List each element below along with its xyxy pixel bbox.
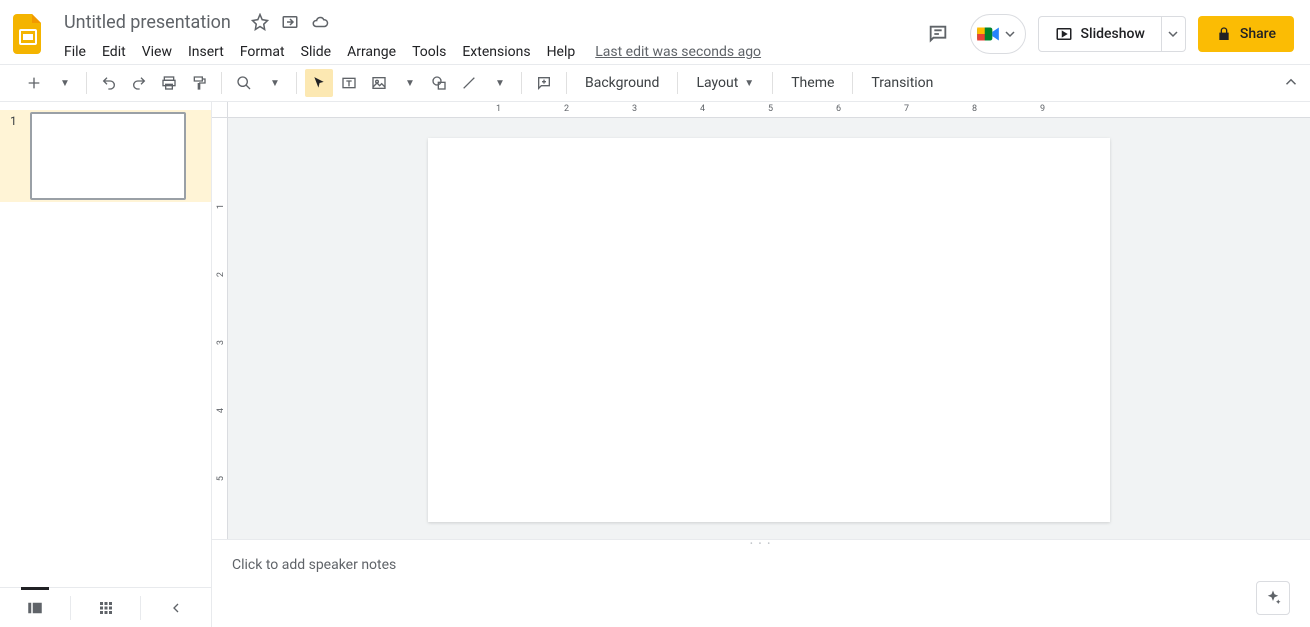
menu-slide[interactable]: Slide — [293, 40, 339, 64]
collapse-filmstrip-button[interactable] — [141, 588, 211, 627]
separator — [852, 72, 853, 94]
undo-button[interactable] — [95, 69, 123, 97]
image-button[interactable] — [365, 69, 393, 97]
slides-logo-icon[interactable] — [8, 14, 48, 54]
menu-edit[interactable]: Edit — [94, 40, 134, 64]
title-area: Untitled presentation File Edit View Ins… — [56, 8, 918, 66]
canvas-area: 1 2 3 4 5 6 7 8 9 1 2 3 4 5 • • • — [212, 102, 1310, 627]
new-slide-button[interactable] — [20, 69, 48, 97]
slide-canvas[interactable] — [428, 138, 1110, 522]
share-label: Share — [1240, 26, 1276, 42]
slide-preview — [30, 112, 186, 200]
grid-view-button[interactable] — [71, 588, 141, 627]
menu-file[interactable]: File — [56, 40, 94, 64]
share-button[interactable]: Share — [1198, 16, 1294, 52]
speaker-notes-placeholder: Click to add speaker notes — [232, 557, 396, 573]
menu-format[interactable]: Format — [232, 40, 293, 64]
separator — [221, 72, 222, 94]
image-dropdown[interactable]: ▼ — [395, 69, 423, 97]
explore-button[interactable] — [1256, 581, 1290, 615]
print-button[interactable] — [155, 69, 183, 97]
slideshow-button[interactable]: Slideshow — [1038, 16, 1162, 52]
ruler-corner — [212, 102, 228, 118]
layout-button[interactable]: Layout▼ — [686, 69, 764, 97]
slideshow-dropdown[interactable] — [1162, 16, 1186, 52]
select-tool-button[interactable] — [305, 69, 333, 97]
filmstrip-view-button[interactable] — [0, 588, 70, 627]
separator — [86, 72, 87, 94]
new-slide-dropdown[interactable]: ▼ — [50, 69, 78, 97]
layout-label: Layout — [696, 75, 738, 91]
document-title[interactable]: Untitled presentation — [58, 10, 237, 35]
line-button[interactable] — [455, 69, 483, 97]
menu-help[interactable]: Help — [539, 40, 584, 64]
slide-thumbnail[interactable]: 1 — [0, 110, 211, 202]
separator — [296, 72, 297, 94]
transition-button[interactable]: Transition — [861, 69, 943, 97]
menu-arrange[interactable]: Arrange — [339, 40, 404, 64]
meet-button[interactable] — [970, 14, 1026, 54]
line-dropdown[interactable]: ▼ — [485, 69, 513, 97]
menu-view[interactable]: View — [134, 40, 180, 64]
text-box-button[interactable] — [335, 69, 363, 97]
horizontal-ruler[interactable]: 1 2 3 4 5 6 7 8 9 — [228, 102, 1310, 118]
separator — [677, 72, 678, 94]
play-presentation-icon — [1055, 25, 1073, 43]
background-button[interactable]: Background — [575, 69, 669, 97]
zoom-dropdown[interactable]: ▼ — [260, 69, 288, 97]
filmstrip: 1 — [0, 102, 212, 627]
last-edit-link[interactable]: Last edit was seconds ago — [595, 44, 761, 60]
paint-format-button[interactable] — [185, 69, 213, 97]
main-area: 1 1 2 3 4 5 — [0, 102, 1310, 627]
toolbar: ▼ ▼ ▼ ▼ Background Layout▼ Theme — [0, 64, 1310, 102]
slide-editor[interactable] — [228, 118, 1310, 539]
theme-button[interactable]: Theme — [781, 69, 844, 97]
redo-button[interactable] — [125, 69, 153, 97]
separator — [772, 72, 773, 94]
menu-tools[interactable]: Tools — [404, 40, 454, 64]
shape-button[interactable] — [425, 69, 453, 97]
notes-splitter[interactable]: • • • — [212, 539, 1310, 547]
app-header: Untitled presentation File Edit View Ins… — [0, 0, 1310, 64]
slideshow-label: Slideshow — [1081, 26, 1145, 42]
menu-extensions[interactable]: Extensions — [454, 40, 538, 64]
separator — [521, 72, 522, 94]
slide-number: 1 — [10, 112, 30, 200]
move-icon[interactable] — [281, 13, 299, 31]
hide-menus-button[interactable] — [1282, 73, 1300, 91]
filmstrip-footer — [0, 587, 211, 627]
menu-insert[interactable]: Insert — [180, 40, 232, 64]
zoom-button[interactable] — [230, 69, 258, 97]
lock-icon — [1216, 26, 1232, 42]
separator — [566, 72, 567, 94]
comment-history-icon[interactable] — [918, 14, 958, 54]
comment-button[interactable] — [530, 69, 558, 97]
chevron-down-icon — [1005, 29, 1015, 39]
cloud-status-icon[interactable] — [311, 13, 329, 31]
star-icon[interactable] — [251, 13, 269, 31]
menu-bar: File Edit View Insert Format Slide Arran… — [56, 38, 918, 66]
vertical-ruler[interactable]: 1 2 3 4 5 — [212, 118, 228, 539]
speaker-notes[interactable]: Click to add speaker notes — [212, 547, 1310, 627]
